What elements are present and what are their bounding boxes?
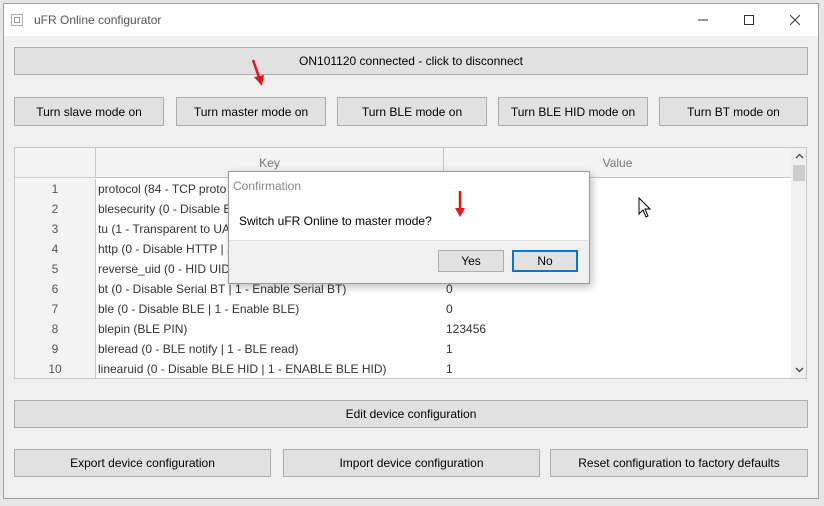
dialog-title: Confirmation bbox=[233, 179, 302, 193]
key-cell[interactable]: ble (0 - Disable BLE | 1 - Enable BLE) bbox=[98, 299, 442, 319]
row-number[interactable]: 4 bbox=[15, 239, 96, 259]
key-cell[interactable]: bleread (0 - BLE notify | 1 - BLE read) bbox=[98, 339, 442, 359]
table-scrollbar[interactable] bbox=[791, 148, 806, 378]
row-number[interactable]: 5 bbox=[15, 259, 96, 279]
table-row[interactable]: 10 linearuid (0 - Disable BLE HID | 1 - … bbox=[15, 359, 791, 378]
ble-mode-button[interactable]: Turn BLE mode on bbox=[337, 97, 487, 126]
close-button[interactable] bbox=[772, 4, 818, 36]
maximize-button[interactable] bbox=[726, 4, 772, 36]
master-mode-button[interactable]: Turn master mode on bbox=[176, 97, 326, 126]
confirmation-dialog: Confirmation Switch uFR Online to master… bbox=[228, 171, 590, 284]
key-cell[interactable]: linearuid (0 - Disable BLE HID | 1 - ENA… bbox=[98, 359, 442, 378]
app-icon bbox=[11, 14, 23, 26]
red-arrow-icon bbox=[455, 191, 465, 217]
reset-configuration-button[interactable]: Reset configuration to factory defaults bbox=[550, 449, 808, 477]
ble-hid-mode-button[interactable]: Turn BLE HID mode on bbox=[498, 97, 648, 126]
scroll-up-button[interactable] bbox=[791, 148, 806, 164]
table-corner[interactable] bbox=[15, 148, 96, 178]
close-icon bbox=[790, 15, 800, 25]
mouse-cursor-icon bbox=[638, 197, 652, 218]
red-arrow-icon bbox=[251, 59, 264, 86]
row-number[interactable]: 8 bbox=[15, 319, 96, 339]
scroll-thumb[interactable] bbox=[793, 165, 805, 181]
chevron-up-icon bbox=[795, 153, 803, 159]
row-number[interactable]: 7 bbox=[15, 299, 96, 319]
value-cell[interactable]: 123456 bbox=[446, 319, 786, 339]
slave-mode-button[interactable]: Turn slave mode on bbox=[14, 97, 164, 126]
table-row[interactable]: 8 blepin (BLE PIN) 123456 bbox=[15, 319, 791, 339]
row-number[interactable]: 1 bbox=[15, 179, 96, 199]
row-number[interactable]: 10 bbox=[15, 359, 96, 378]
table-row[interactable]: 7 ble (0 - Disable BLE | 1 - Enable BLE)… bbox=[15, 299, 791, 319]
bt-mode-button[interactable]: Turn BT mode on bbox=[659, 97, 808, 126]
disconnect-button[interactable]: ON101120 connected - click to disconnect bbox=[14, 47, 808, 75]
window-title: uFR Online configurator bbox=[34, 13, 162, 27]
dialog-message: Switch uFR Online to master mode? bbox=[239, 214, 432, 228]
app-window: uFR Online configurator ON101120 connect… bbox=[3, 3, 819, 499]
row-number[interactable]: 6 bbox=[15, 279, 96, 299]
no-button[interactable]: No bbox=[512, 250, 578, 272]
maximize-icon bbox=[744, 15, 754, 25]
value-cell[interactable]: 1 bbox=[446, 359, 786, 378]
value-cell[interactable]: 0 bbox=[446, 299, 786, 319]
scroll-down-button[interactable] bbox=[791, 362, 806, 378]
export-configuration-button[interactable]: Export device configuration bbox=[14, 449, 271, 477]
row-number[interactable]: 9 bbox=[15, 339, 96, 359]
table-row[interactable]: 9 bleread (0 - BLE notify | 1 - BLE read… bbox=[15, 339, 791, 359]
row-number[interactable]: 3 bbox=[15, 219, 96, 239]
chevron-down-icon bbox=[795, 367, 803, 373]
dialog-button-bar: Yes No bbox=[229, 240, 589, 283]
edit-configuration-button[interactable]: Edit device configuration bbox=[14, 400, 808, 428]
import-configuration-button[interactable]: Import device configuration bbox=[283, 449, 540, 477]
minimize-icon bbox=[698, 19, 708, 21]
minimize-button[interactable] bbox=[680, 4, 726, 36]
value-cell[interactable]: 1 bbox=[446, 339, 786, 359]
row-number[interactable]: 2 bbox=[15, 199, 96, 219]
title-bar[interactable]: uFR Online configurator bbox=[4, 4, 818, 36]
key-cell[interactable]: blepin (BLE PIN) bbox=[98, 319, 442, 339]
yes-button[interactable]: Yes bbox=[438, 250, 504, 272]
